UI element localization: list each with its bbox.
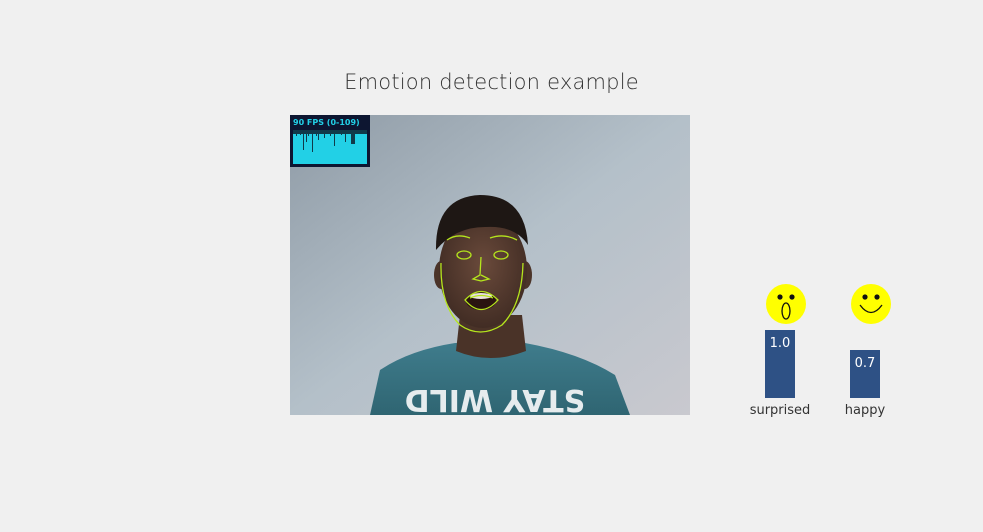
fps-monitor: 90 FPS (0-109) <box>290 115 370 167</box>
emotion-bar-surprised <box>765 330 795 398</box>
page: Emotion detection example STAY WILD 90 F… <box>0 0 983 532</box>
shirt-print: STAY WILD <box>405 382 586 415</box>
emotion-label-happy: happy <box>844 403 886 418</box>
emotion-value-happy: 0.7 <box>854 356 876 371</box>
emotion-bar-happy <box>850 350 880 398</box>
emotion-value-surprised: 1.0 <box>769 336 791 351</box>
surprised-face-icon <box>766 284 806 324</box>
smiling-face-icon <box>851 284 891 324</box>
fps-graph <box>293 130 367 164</box>
emotion-label-surprised: surprised <box>749 403 811 418</box>
page-title: Emotion detection example <box>344 70 639 94</box>
fps-label: 90 FPS (0-109) <box>293 118 360 127</box>
